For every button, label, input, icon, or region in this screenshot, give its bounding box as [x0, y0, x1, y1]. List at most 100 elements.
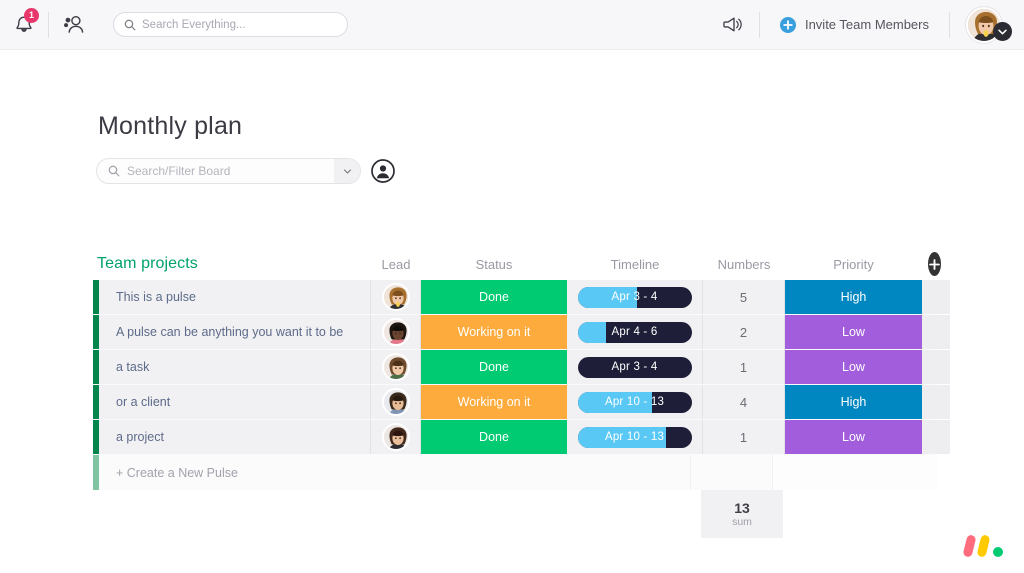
avatar[interactable] [381, 283, 410, 311]
megaphone-icon [723, 17, 743, 32]
table-row[interactable]: a project Done Apr 10 - 13 1 Low [93, 420, 950, 455]
person-filter-button[interactable] [371, 159, 395, 183]
notifications-button[interactable]: 1 [0, 0, 48, 50]
person-circle-icon [371, 159, 395, 183]
row-number-cell[interactable]: 2 [703, 315, 785, 349]
column-header-status[interactable]: Status [421, 257, 567, 272]
add-row-priority-cell [773, 455, 910, 490]
topbar-left-group: 1 [0, 0, 348, 50]
search-icon [124, 19, 136, 30]
summary-value: 13 [734, 499, 750, 516]
plus-icon [929, 258, 940, 270]
row-priority-cell[interactable]: Low [785, 315, 922, 349]
row-status-cell[interactable]: Working on it [421, 315, 567, 349]
invite-label: Invite Team Members [804, 17, 929, 32]
column-header-timeline[interactable]: Timeline [567, 257, 703, 272]
avatar-image [383, 285, 408, 309]
avatar[interactable] [381, 353, 410, 381]
timeline-label: Apr 3 - 4 [611, 291, 658, 303]
board-search-box[interactable] [96, 158, 361, 184]
add-row-numbers-cell [691, 455, 773, 490]
timeline-pill[interactable]: Apr 4 - 6 [577, 321, 692, 343]
column-header-priority[interactable]: Priority [785, 257, 922, 272]
add-column-button[interactable] [928, 252, 941, 276]
row-priority-cell[interactable]: Low [785, 350, 922, 384]
row-tail-cell [922, 315, 950, 349]
column-header-numbers[interactable]: Numbers [703, 257, 785, 272]
row-timeline-cell[interactable]: Apr 3 - 4 [567, 350, 703, 384]
timeline-label: Apr 4 - 6 [611, 326, 658, 338]
row-priority-cell[interactable]: Low [785, 420, 922, 454]
row-tail-cell [922, 385, 950, 419]
row-status-cell[interactable]: Done [421, 280, 567, 314]
avatar[interactable] [381, 318, 410, 346]
profile-dropdown-button[interactable] [993, 22, 1012, 41]
summary-row: 13 sum [93, 490, 938, 538]
row-lead-cell[interactable] [371, 385, 421, 419]
monday-logo-icon [963, 535, 1003, 557]
row-timeline-cell[interactable]: Apr 10 - 13 [567, 420, 703, 454]
table-row[interactable]: or a client Working on it Apr 10 - 13 4 … [93, 385, 950, 420]
row-timeline-cell[interactable]: Apr 3 - 4 [567, 280, 703, 314]
row-lead-cell[interactable] [371, 315, 421, 349]
row-name-cell[interactable]: A pulse can be anything you want it to b… [99, 315, 371, 349]
team-button[interactable] [49, 0, 97, 50]
people-icon [63, 15, 83, 33]
group-title[interactable]: Team projects [93, 255, 371, 273]
board-search-input[interactable] [127, 164, 302, 178]
summary-label: sum [732, 516, 752, 529]
add-pulse-label[interactable]: + Create a New Pulse [99, 455, 691, 490]
timeline-pill[interactable]: Apr 3 - 4 [577, 286, 692, 308]
board-table: Team projects Lead Status Timeline Numbe… [93, 248, 950, 538]
row-tail-cell [922, 350, 950, 384]
table-row[interactable]: a task Done Apr 3 - 4 1 Low [93, 350, 950, 385]
column-header-lead[interactable]: Lead [371, 257, 421, 272]
row-lead-cell[interactable] [371, 280, 421, 314]
row-number-cell[interactable]: 1 [703, 350, 785, 384]
chevron-down-icon [343, 168, 351, 174]
announcements-button[interactable] [707, 0, 759, 50]
summary-spacer [93, 490, 701, 538]
invite-team-members-button[interactable]: Invite Team Members [760, 0, 949, 50]
avatar-image [383, 320, 408, 344]
profile-menu[interactable] [950, 6, 1024, 43]
row-name-cell[interactable]: a project [99, 420, 371, 454]
row-name-cell[interactable]: a task [99, 350, 371, 384]
top-navigation-bar: 1 Search Everything... Invite Team Membe… [0, 0, 1024, 50]
avatar-image [383, 390, 408, 414]
row-tail-cell [922, 280, 950, 314]
table-row[interactable]: This is a pulse Done Apr 3 - 4 5 High [93, 280, 950, 315]
search-icon [108, 165, 120, 177]
row-status-cell[interactable]: Done [421, 350, 567, 384]
timeline-pill[interactable]: Apr 10 - 13 [577, 426, 692, 448]
row-timeline-cell[interactable]: Apr 10 - 13 [567, 385, 703, 419]
table-row[interactable]: A pulse can be anything you want it to b… [93, 315, 950, 350]
row-number-cell[interactable]: 4 [703, 385, 785, 419]
avatar[interactable] [381, 423, 410, 451]
row-tail-cell [922, 420, 950, 454]
timeline-pill[interactable]: Apr 10 - 13 [577, 391, 692, 413]
global-search-box[interactable] [113, 12, 348, 37]
row-status-cell[interactable]: Working on it [421, 385, 567, 419]
avatar[interactable] [381, 388, 410, 416]
row-timeline-cell[interactable]: Apr 4 - 6 [567, 315, 703, 349]
timeline-pill[interactable]: Apr 3 - 4 [577, 356, 692, 378]
timeline-label: Apr 3 - 4 [611, 361, 658, 373]
table-header-row: Team projects Lead Status Timeline Numbe… [93, 248, 941, 280]
row-name-cell[interactable]: or a client [99, 385, 371, 419]
row-name-cell[interactable]: This is a pulse [99, 280, 371, 314]
add-row-tail-cell [910, 455, 938, 490]
board-search-dropdown-button[interactable] [334, 159, 360, 183]
row-priority-cell[interactable]: High [785, 280, 922, 314]
row-lead-cell[interactable] [371, 420, 421, 454]
row-lead-cell[interactable] [371, 350, 421, 384]
row-priority-cell[interactable]: High [785, 385, 922, 419]
add-pulse-row[interactable]: + Create a New Pulse [93, 455, 938, 490]
search-input[interactable] [142, 18, 337, 31]
row-number-cell[interactable]: 5 [703, 280, 785, 314]
topbar-right-group: Invite Team Members [707, 0, 1024, 50]
row-number-cell[interactable]: 1 [703, 420, 785, 454]
notifications-count-badge: 1 [24, 7, 39, 23]
row-status-cell[interactable]: Done [421, 420, 567, 454]
page-title: Monthly plan [98, 112, 243, 140]
